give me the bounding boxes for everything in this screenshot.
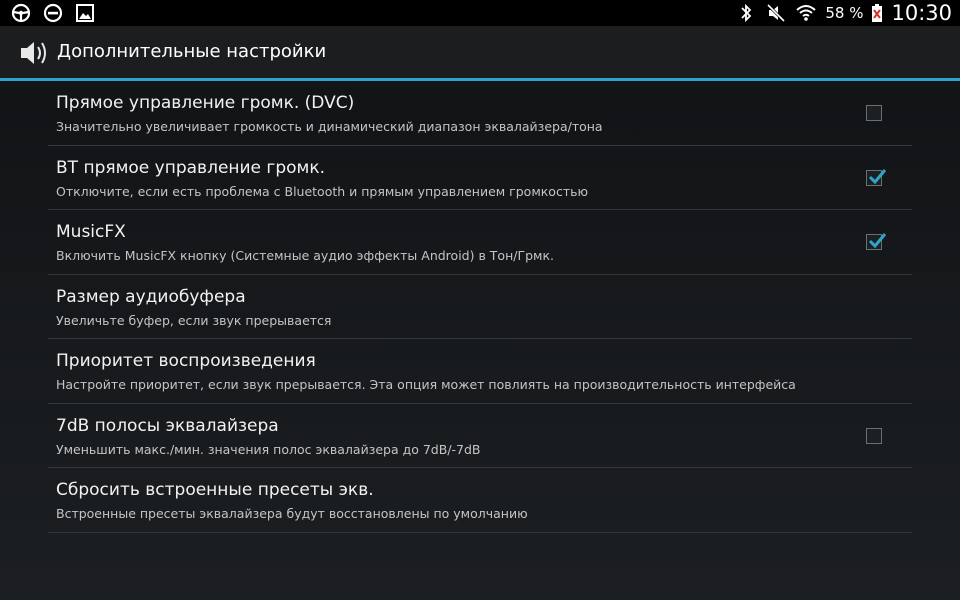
checkmark-icon bbox=[868, 168, 887, 184]
mute-icon bbox=[765, 3, 787, 23]
settings-list: Прямое управление громк. (DVC) Значитель… bbox=[48, 81, 912, 533]
setting-title: MusicFX bbox=[56, 222, 126, 242]
bt-volume-checkbox[interactable] bbox=[866, 168, 887, 186]
setting-audio-buffer[interactable]: Размер аудиобуфера Увеличьте буфер, если… bbox=[48, 275, 912, 339]
page-title: Дополнительные настройки bbox=[57, 41, 327, 62]
image-icon bbox=[74, 3, 96, 23]
dvc-checkbox[interactable] bbox=[866, 105, 882, 121]
action-bar: Дополнительные настройки bbox=[0, 26, 960, 78]
status-icons-left bbox=[10, 3, 96, 23]
speaker-icon[interactable] bbox=[18, 38, 52, 68]
musicfx-checkbox[interactable] bbox=[866, 233, 887, 250]
do-not-disturb-icon bbox=[42, 3, 64, 23]
setting-title: 7dB полосы эквалайзера bbox=[56, 415, 279, 436]
status-bar: 58 % 10:30 bbox=[0, 0, 960, 26]
setting-eq-7db[interactable]: 7dB полосы эквалайзера Уменьшить макс./м… bbox=[48, 404, 912, 468]
setting-title: Сбросить встроенные пресеты экв. bbox=[56, 480, 374, 500]
status-icons-right: 58 % 10:30 bbox=[735, 0, 952, 26]
setting-summary: Включить MusicFX кнопку (Системные аудио… bbox=[56, 248, 554, 263]
setting-title: Приоритет воспроизведения bbox=[56, 351, 316, 371]
checkmark-icon bbox=[868, 233, 887, 249]
clock: 10:30 bbox=[891, 1, 952, 25]
setting-summary: Значительно увеличивает громкость и дина… bbox=[56, 119, 603, 134]
wifi-icon bbox=[795, 3, 817, 23]
setting-title: Прямое управление громк. (DVC) bbox=[56, 93, 355, 113]
setting-summary: Уменьшить макс./мин. значения полос эква… bbox=[56, 441, 481, 457]
setting-bt-volume[interactable]: BT прямое управление громк. Отключите, е… bbox=[48, 146, 912, 210]
setting-title: BT прямое управление громк. bbox=[56, 157, 326, 178]
setting-summary: Настройте приоритет, если звук прерывает… bbox=[56, 377, 796, 392]
setting-summary: Отключите, если есть проблема с Bluetoot… bbox=[56, 183, 589, 199]
battery-icon bbox=[871, 3, 883, 23]
setting-dvc[interactable]: Прямое управление громк. (DVC) Значитель… bbox=[48, 81, 912, 146]
setting-reset-presets[interactable]: Сбросить встроенные пресеты экв. Встроен… bbox=[48, 468, 912, 533]
steering-wheel-icon bbox=[10, 3, 32, 23]
eq-7db-checkbox[interactable] bbox=[866, 427, 882, 444]
setting-summary: Увеличьте буфер, если звук прерывается bbox=[56, 312, 332, 328]
bluetooth-icon bbox=[735, 3, 757, 23]
setting-summary: Встроенные пресеты эквалайзера будут вос… bbox=[56, 506, 528, 521]
setting-title: Размер аудиобуфера bbox=[56, 286, 246, 307]
setting-musicfx[interactable]: MusicFX Включить MusicFX кнопку (Системн… bbox=[48, 210, 912, 275]
battery-percent: 58 % bbox=[825, 4, 864, 22]
setting-playback-priority[interactable]: Приоритет воспроизведения Настройте прио… bbox=[48, 339, 912, 404]
